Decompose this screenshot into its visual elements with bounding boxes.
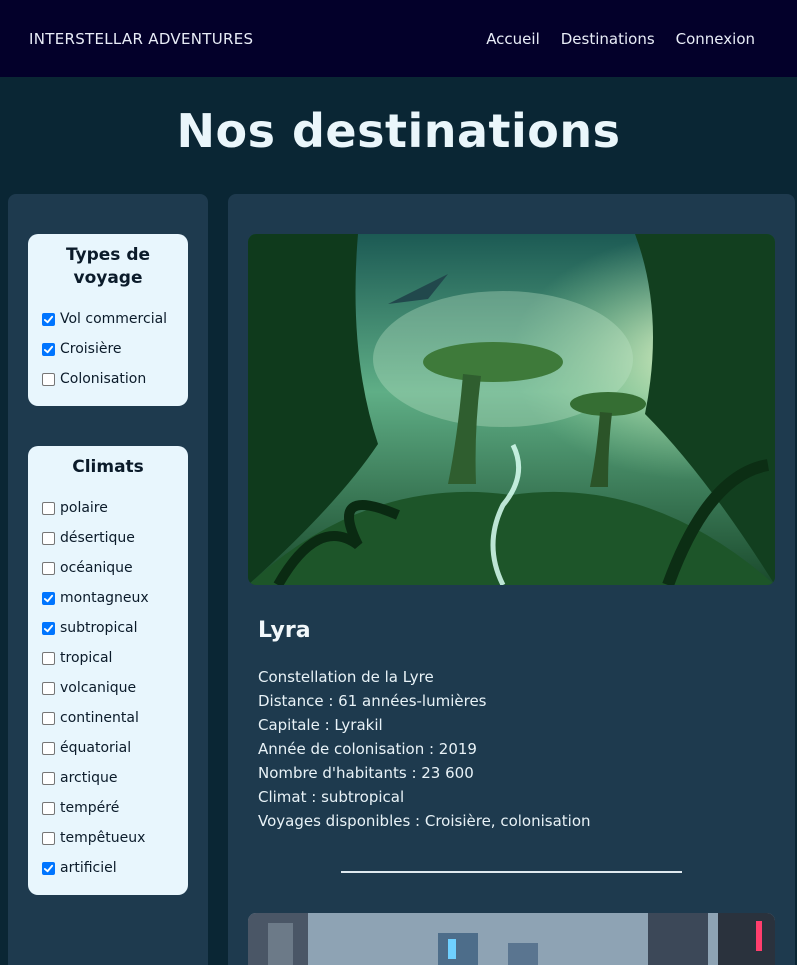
- travel-type-options: Vol commercial Croisière Colonisation: [28, 304, 188, 394]
- checkbox-tropical[interactable]: [42, 651, 55, 665]
- filter-option-vol-commercial[interactable]: Vol commercial: [28, 304, 188, 334]
- filters-sidebar: Types de voyage Vol commercial Croisière C…: [8, 194, 208, 965]
- checkmark-icon: [43, 864, 54, 872]
- detail-population: Nombre d'habitants : 23 600: [258, 764, 474, 782]
- checkmark-icon: [43, 594, 54, 602]
- checkbox-vol-commercial[interactable]: [42, 312, 55, 326]
- checkbox-oceanique[interactable]: [42, 561, 55, 575]
- detail-distance: Distance : 61 années-lumières: [258, 692, 487, 710]
- filter-option-croisiere[interactable]: Croisière: [28, 334, 188, 364]
- filter-option-label: artificiel: [60, 860, 117, 876]
- filter-option-polaire[interactable]: polaire: [28, 493, 188, 523]
- filter-option-artificiel[interactable]: artificiel: [28, 853, 188, 883]
- checkbox-subtropical[interactable]: [42, 621, 55, 635]
- destination-details: Constellation de la Lyre Distance : 61 a…: [258, 665, 591, 833]
- filter-option-label: Croisière: [60, 341, 122, 357]
- climate-options: polaire désertique océanique montagneux subt…: [28, 493, 188, 883]
- checkbox-croisiere[interactable]: [42, 342, 55, 356]
- filter-option-subtropical[interactable]: subtropical: [28, 613, 188, 643]
- travel-type-filter: Types de voyage Vol commercial Croisière C…: [28, 234, 188, 406]
- filter-option-montagneux[interactable]: montagneux: [28, 583, 188, 613]
- climate-filter: Climats polaire désertique océanique montag…: [28, 446, 188, 895]
- filter-option-desertique[interactable]: désertique: [28, 523, 188, 553]
- top-navigation-bar: INTERSTELLAR ADVENTURES Accueil Destinat…: [0, 0, 797, 77]
- checkmark-icon: [43, 345, 54, 353]
- checkbox-artificiel[interactable]: [42, 861, 55, 875]
- checkbox-colonisation[interactable]: [42, 372, 55, 386]
- filter-option-label: subtropical: [60, 620, 138, 636]
- checkbox-tempetueux[interactable]: [42, 831, 55, 845]
- filter-option-tempetueux[interactable]: tempêtueux: [28, 823, 188, 853]
- filter-option-label: arctique: [60, 770, 118, 786]
- filter-option-tropical[interactable]: tropical: [28, 643, 188, 673]
- main-nav: Accueil Destinations Connexion: [486, 30, 755, 48]
- checkbox-montagneux[interactable]: [42, 591, 55, 605]
- nav-link-connexion[interactable]: Connexion: [676, 30, 755, 48]
- nav-link-accueil[interactable]: Accueil: [486, 30, 540, 48]
- filter-option-label: montagneux: [60, 590, 149, 606]
- filter-option-label: océanique: [60, 560, 133, 576]
- destination-image-next[interactable]: [248, 913, 775, 965]
- filter-option-volcanique[interactable]: volcanique: [28, 673, 188, 703]
- checkmark-icon: [43, 315, 54, 323]
- filter-option-equatorial[interactable]: équatorial: [28, 733, 188, 763]
- filter-option-label: polaire: [60, 500, 108, 516]
- filter-option-oceanique[interactable]: océanique: [28, 553, 188, 583]
- filter-option-continental[interactable]: continental: [28, 703, 188, 733]
- checkbox-polaire[interactable]: [42, 501, 55, 515]
- destinations-list: Lyra Constellation de la Lyre Distance :…: [228, 194, 795, 965]
- filter-option-label: Vol commercial: [60, 311, 168, 327]
- destination-name: Lyra: [258, 618, 311, 643]
- nav-link-destinations[interactable]: Destinations: [561, 30, 655, 48]
- filter-option-label: continental: [60, 710, 139, 726]
- checkbox-desertique[interactable]: [42, 531, 55, 545]
- detail-available-trips: Voyages disponibles : Croisière, colonis…: [258, 812, 591, 830]
- filter-option-label: tempéré: [60, 800, 120, 816]
- destination-divider: [341, 871, 682, 873]
- futuristic-city-illustration: [248, 913, 775, 965]
- checkbox-tempere[interactable]: [42, 801, 55, 815]
- filter-option-label: tempêtueux: [60, 830, 146, 846]
- detail-colonization-year: Année de colonisation : 2019: [258, 740, 477, 758]
- checkbox-volcanique[interactable]: [42, 681, 55, 695]
- detail-climate: Climat : subtropical: [258, 788, 405, 806]
- filter-option-colonisation[interactable]: Colonisation: [28, 364, 188, 394]
- climate-filter-title: Climats: [72, 457, 144, 477]
- checkbox-continental[interactable]: [42, 711, 55, 725]
- filter-option-arctique[interactable]: arctique: [28, 763, 188, 793]
- checkmark-icon: [43, 624, 54, 632]
- filter-option-label: équatorial: [60, 740, 132, 756]
- destination-image-lyra[interactable]: [248, 234, 775, 585]
- jungle-planet-illustration: [248, 234, 775, 585]
- filter-option-label: désertique: [60, 530, 135, 546]
- detail-capital: Capitale : Lyrakil: [258, 716, 383, 734]
- detail-constellation: Constellation de la Lyre: [258, 668, 434, 686]
- filter-option-tempere[interactable]: tempéré: [28, 793, 188, 823]
- checkbox-arctique[interactable]: [42, 771, 55, 785]
- checkbox-equatorial[interactable]: [42, 741, 55, 755]
- filter-option-label: volcanique: [60, 680, 137, 696]
- filter-option-label: Colonisation: [60, 371, 147, 387]
- travel-type-filter-title: Types de voyage: [65, 245, 151, 288]
- brand-logo-text[interactable]: INTERSTELLAR ADVENTURES: [29, 30, 253, 48]
- filter-option-label: tropical: [60, 650, 113, 666]
- page-title: Nos destinations: [176, 104, 621, 158]
